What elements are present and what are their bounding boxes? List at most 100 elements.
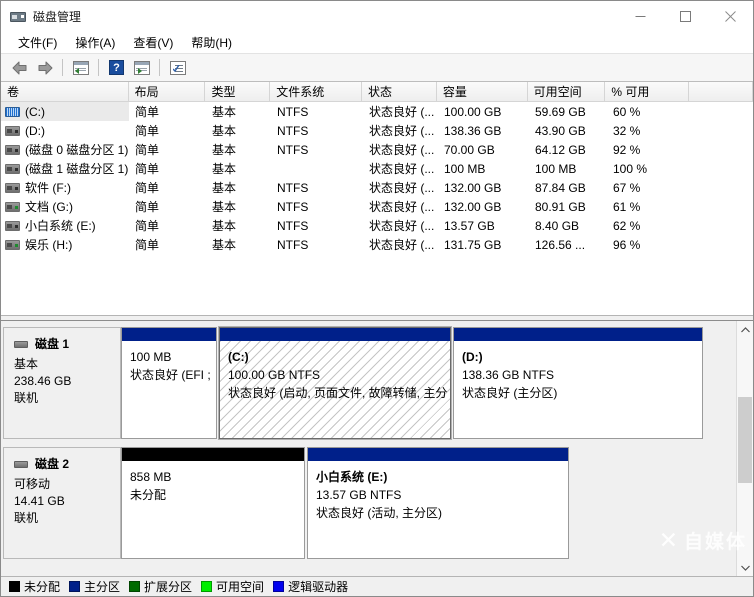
cell-status: 状态良好 (... (369, 181, 435, 195)
legend-item: 可用空间 (201, 578, 264, 595)
column-header-status[interactable]: 状态 (362, 82, 437, 101)
maximize-button[interactable] (663, 1, 708, 32)
cell-percent-free: 61 % (613, 199, 641, 214)
partition-status: 状态良好 (主分区) (462, 386, 558, 400)
scroll-up-button[interactable] (737, 321, 753, 338)
window-controls (618, 1, 753, 32)
menu-help[interactable]: 帮助(H) (182, 32, 241, 53)
legend-item: 主分区 (69, 578, 120, 595)
disk-info-panel[interactable]: 磁盘 1 基本 238.46 GB 联机 (3, 327, 121, 439)
cell-capacity: 13.57 GB (444, 218, 495, 233)
cell-filesystem: NTFS (277, 199, 309, 214)
column-header-filesystem[interactable]: 文件系统 (270, 82, 363, 101)
partition-size: 100 MB (130, 350, 172, 364)
partition-status: 状态良好 (活动, 主分区) (316, 506, 442, 520)
cell-type: 基本 (212, 162, 237, 176)
table-row[interactable]: 娱乐 (H:) 简单 基本 NTFS 状态良好 (... 131.75 GB 126.56 … (1, 235, 753, 254)
menu-bar: 文件(F) 操作(A) 查看(V) 帮助(H) (1, 32, 753, 54)
cell-filesystem: NTFS (277, 123, 309, 138)
cell-type: 基本 (212, 200, 237, 214)
volume-list-pane: 卷 布局 类型 文件系统 状态 容量 可用空间 % 可用 (C:) 简单 基本 NTF… (1, 82, 753, 315)
partition-size: 858 MB (130, 470, 172, 484)
table-row[interactable]: (磁盘 0 磁盘分区 1) 简单 基本 NTFS 状态良好 (... 70.00 GB 64… (1, 140, 753, 159)
cell-volume: 软件 (F:) (1, 178, 129, 197)
partition-details: (D:) 138.36 GB NTFS 状态良好 (主分区) (454, 341, 702, 438)
cell-type: 基本 (212, 238, 237, 252)
column-header-layout[interactable]: 布局 (128, 82, 206, 101)
cell-type: 基本 (212, 105, 237, 119)
partition-name: (D:) (462, 350, 483, 364)
disk-state: 联机 (14, 511, 39, 525)
cell-status: 状态良好 (... (369, 105, 435, 119)
menu-file[interactable]: 文件(F) (9, 32, 66, 53)
volume-label: 娱乐 (H:) (25, 238, 73, 252)
disk-row: 磁盘 2 可移动 14.41 GB 联机 858 MB 未分配 小白系统 (E:) 13.57… (3, 447, 571, 559)
column-header-blank[interactable] (689, 82, 753, 101)
disk-size: 238.46 GB (14, 374, 72, 388)
show-hide-action-pane-icon[interactable] (130, 57, 153, 79)
disk-state: 联机 (14, 391, 39, 405)
column-header-capacity[interactable]: 容量 (436, 82, 528, 101)
disk-name: 磁盘 1 (35, 337, 70, 351)
cell-capacity: 100.00 GB (444, 104, 502, 119)
cell-percent-free: 92 % (613, 142, 641, 157)
partition-block[interactable]: 100 MB 状态良好 (EFI ; (121, 327, 217, 439)
help-icon[interactable]: ? (105, 57, 128, 79)
column-header-type[interactable]: 类型 (205, 82, 271, 101)
volume-label: 软件 (F:) (25, 181, 71, 195)
disk-type: 可移动 (14, 477, 51, 491)
disk-info-panel[interactable]: 磁盘 2 可移动 14.41 GB 联机 (3, 447, 121, 559)
column-header-free-space[interactable]: 可用空间 (527, 82, 606, 101)
column-header-volume[interactable]: 卷 (1, 82, 129, 101)
scrollbar-thumb[interactable] (738, 397, 752, 483)
disk-icon (14, 341, 28, 348)
disk-area: 磁盘 1 基本 238.46 GB 联机 100 MB 状态良好 (EFI ; (C:) 10… (1, 321, 736, 576)
legend-swatch (9, 581, 20, 592)
column-header-percent-free[interactable]: % 可用 (605, 82, 690, 101)
cell-status: 状态良好 (... (369, 162, 435, 176)
menu-view[interactable]: 查看(V) (124, 32, 182, 53)
show-hide-console-tree-icon[interactable] (69, 57, 92, 79)
legend-label: 扩展分区 (144, 580, 193, 594)
cell-layout: 简单 (135, 162, 160, 176)
partition-strip: 100 MB 状态良好 (EFI ; (C:) 100.00 GB NTFS 状态良好 … (121, 326, 705, 440)
partition-block[interactable]: 858 MB 未分配 (121, 447, 305, 559)
table-row[interactable]: 软件 (F:) 简单 基本 NTFS 状态良好 (... 132.00 GB 87.84 G… (1, 178, 753, 197)
properties-icon[interactable] (166, 57, 189, 79)
partition-details: (C:) 100.00 GB NTFS 状态良好 (启动, 页面文件, 故障转储, … (220, 341, 450, 438)
volume-drive-icon (5, 201, 20, 212)
table-row[interactable]: (D:) 简单 基本 NTFS 状态良好 (... 138.36 GB 43.90 GB 32… (1, 121, 753, 140)
scroll-down-button[interactable] (737, 559, 753, 576)
minimize-button[interactable] (618, 1, 663, 32)
cell-capacity: 132.00 GB (444, 180, 502, 195)
menu-action[interactable]: 操作(A) (66, 32, 124, 53)
cell-status: 状态良好 (... (369, 124, 435, 138)
partition-block[interactable]: (D:) 138.36 GB NTFS 状态良好 (主分区) (453, 327, 703, 439)
disk-management-window: 磁盘管理 文件(F) 操作(A) 查看(V) 帮助(H) ? 卷 布局 类型 文… (0, 0, 754, 597)
cell-volume: (D:) (1, 121, 129, 140)
cell-status: 状态良好 (... (369, 238, 435, 252)
cell-capacity: 138.36 GB (444, 123, 502, 138)
partition-details: 小白系统 (E:) 13.57 GB NTFS 状态良好 (活动, 主分区) (308, 461, 568, 558)
cell-type: 基本 (212, 219, 237, 233)
table-row[interactable]: 小白系统 (E:) 简单 基本 NTFS 状态良好 (... 13.57 GB 8.40 G… (1, 216, 753, 235)
cell-volume: 娱乐 (H:) (1, 235, 129, 254)
table-row[interactable]: (C:) 简单 基本 NTFS 状态良好 (... 100.00 GB 59.69 GB 60… (1, 102, 753, 121)
volume-drive-icon (5, 220, 20, 231)
cell-layout: 简单 (135, 181, 160, 195)
back-arrow-icon[interactable] (8, 57, 31, 79)
forward-arrow-icon[interactable] (33, 57, 56, 79)
graphical-pane-scrollbar[interactable] (736, 321, 753, 576)
cell-free-space: 8.40 GB (535, 218, 580, 233)
cell-layout: 简单 (135, 124, 160, 138)
disk-row: 磁盘 1 基本 238.46 GB 联机 100 MB 状态良好 (EFI ; (C:) 10… (3, 326, 705, 440)
cell-percent-free: 32 % (613, 123, 641, 138)
table-row[interactable]: (磁盘 1 磁盘分区 1) 简单 基本 状态良好 (... 100 MB 100 MB 10… (1, 159, 753, 178)
table-row[interactable]: 文档 (G:) 简单 基本 NTFS 状态良好 (... 132.00 GB 80.91 G… (1, 197, 753, 216)
close-button[interactable] (708, 1, 753, 32)
legend-label: 可用空间 (216, 580, 265, 594)
cell-capacity: 70.00 GB (444, 142, 495, 157)
partition-block[interactable]: (C:) 100.00 GB NTFS 状态良好 (启动, 页面文件, 故障转储, … (218, 326, 452, 440)
partition-block[interactable]: 小白系统 (E:) 13.57 GB NTFS 状态良好 (活动, 主分区) (307, 447, 569, 559)
cell-percent-free: 100 % (613, 161, 648, 176)
